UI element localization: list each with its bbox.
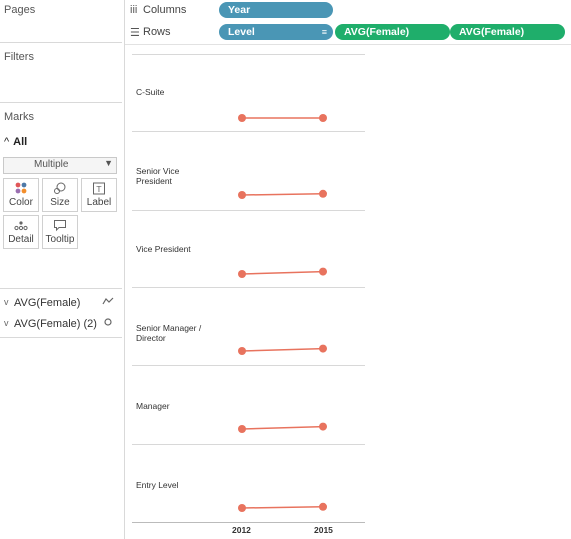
data-point[interactable] (319, 114, 327, 122)
line-mark-icon (102, 296, 114, 309)
data-point[interactable] (238, 114, 246, 122)
data-point[interactable] (319, 189, 327, 198)
mark-type-value: Multiple (34, 159, 69, 170)
marks-divider (0, 287, 122, 289)
year-pill[interactable]: Year (219, 2, 333, 18)
chevron-down-icon: v (4, 318, 9, 328)
data-point[interactable] (238, 191, 246, 199)
chart-marks (238, 114, 327, 512)
series-line (241, 347, 324, 352)
size-icon (43, 182, 77, 195)
rows-icon: ☰ (130, 27, 140, 39)
data-point[interactable] (238, 504, 246, 512)
filters-card[interactable]: Filters (0, 47, 122, 103)
detail-button[interactable]: Detail (3, 215, 39, 249)
detail-icon (4, 219, 38, 232)
color-button[interactable]: Color (3, 178, 39, 212)
left-panel: Pages Filters Marks ^ All Multiple ▼ Colo… (0, 0, 125, 539)
pages-card[interactable]: Pages (0, 0, 122, 43)
svg-text:T: T (96, 185, 102, 194)
level-pill[interactable]: Level ≡ (219, 24, 333, 40)
marks-all-header[interactable]: ^ All (4, 136, 27, 148)
avg-female-pill-2-label: AVG(Female) (459, 26, 525, 38)
color-icon (4, 182, 38, 195)
data-point[interactable] (238, 425, 246, 433)
marks-card-avg-female[interactable]: v AVG(Female) (0, 294, 122, 314)
color-label: Color (9, 197, 33, 208)
marks-all-label: All (13, 136, 28, 148)
rows-shelf[interactable]: ☰ Rows Level ≡ AVG(Female) AVG(Female) (125, 22, 571, 45)
year-pill-label: Year (228, 4, 251, 16)
dropdown-arrow-icon: ▼ (104, 158, 113, 168)
columns-icon: iii (130, 4, 138, 16)
series-line (241, 193, 324, 196)
rows-shelf-name: Rows (143, 26, 171, 38)
mark-type-dropdown[interactable]: Multiple ▼ (3, 157, 117, 174)
data-point[interactable] (319, 422, 327, 431)
circle-mark-icon (102, 317, 114, 330)
avg-female-pill[interactable]: AVG(Female) (335, 24, 450, 40)
detail-label: Detail (8, 234, 34, 245)
marks-card-label: AVG(Female) (2) (14, 318, 97, 330)
data-point[interactable] (319, 502, 327, 511)
marks-title: Marks (4, 111, 34, 123)
data-point[interactable] (319, 267, 327, 276)
avg-female-pill-label: AVG(Female) (344, 26, 410, 38)
series-line (241, 270, 324, 275)
label-icon: T (82, 182, 116, 195)
columns-shelf[interactable]: iii Columns Year (125, 0, 571, 23)
size-button[interactable]: Size (42, 178, 78, 212)
tooltip-icon (43, 219, 77, 232)
tooltip-button[interactable]: Tooltip (42, 215, 78, 249)
filters-title: Filters (4, 51, 34, 63)
series-line (241, 425, 324, 430)
label-button[interactable]: T Label (81, 178, 117, 212)
data-point[interactable] (238, 270, 246, 278)
columns-shelf-name: Columns (143, 4, 187, 16)
tooltip-label: Tooltip (45, 234, 75, 245)
data-point[interactable] (238, 347, 246, 355)
size-label: Size (50, 197, 70, 208)
marks-card-avg-female-2[interactable]: v AVG(Female) (2) (0, 315, 122, 335)
label-label: Label (86, 197, 112, 208)
series-line (241, 506, 324, 509)
data-point[interactable] (319, 344, 327, 353)
chevron-up-icon: ^ (4, 136, 10, 148)
level-pill-label: Level (228, 26, 255, 38)
marks-card: Marks ^ All Multiple ▼ Color Size T Label (0, 107, 122, 287)
marks-card-label: AVG(Female) (14, 297, 81, 309)
cards-divider (0, 336, 122, 338)
x-tick-2012: 2012 (232, 525, 251, 535)
pages-title: Pages (4, 4, 36, 16)
viz-area: C-Suite Senior Vice President Vice Presi… (125, 44, 365, 539)
avg-female-pill-2[interactable]: AVG(Female) (450, 24, 565, 40)
x-tick-2015: 2015 (314, 525, 333, 535)
chevron-down-icon: v (4, 297, 9, 307)
sort-icon: ≡ (321, 27, 327, 37)
